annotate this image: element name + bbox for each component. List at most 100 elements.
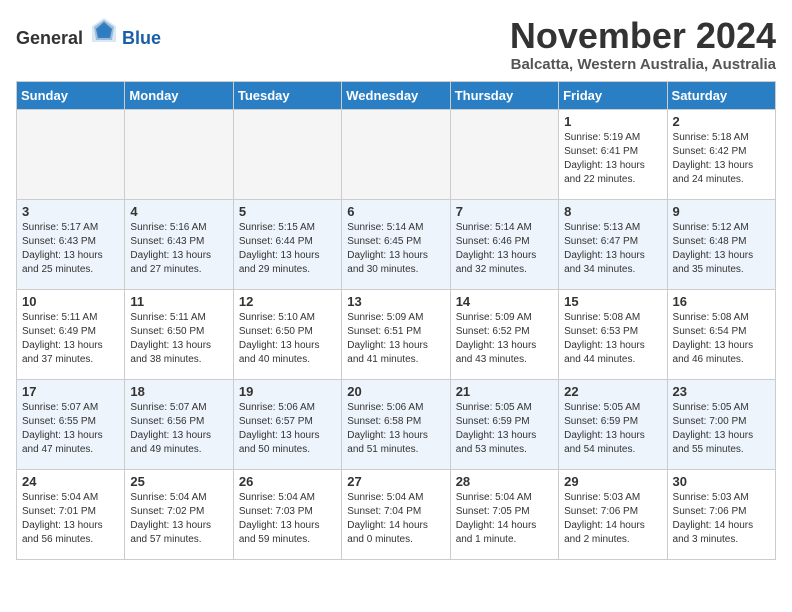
calendar-cell: 25 Sunrise: 5:04 AM Sunset: 7:02 PM Dayli… [125,469,233,559]
day-info: Sunrise: 5:09 AM Sunset: 6:52 PM Dayligh… [456,311,553,367]
day-info: Sunrise: 5:17 AM Sunset: 6:43 PM Dayligh… [22,221,119,277]
calendar-cell: 26 Sunrise: 5:04 AM Sunset: 7:03 PM Dayli… [233,469,341,559]
day-number: 27 [347,474,444,489]
calendar-cell: 30 Sunrise: 5:03 AM Sunset: 7:06 PM Dayli… [667,469,775,559]
day-number: 13 [347,294,444,309]
location: Balcatta, Western Australia, Australia [510,56,776,73]
calendar-cell: 17Sunrise: 5:07 AM Sunset: 6:55 PM Dayli… [17,379,125,469]
day-number: 19 [239,384,336,399]
day-info: Sunrise: 5:04 AM Sunset: 7:02 PM Dayligh… [130,491,227,547]
logo-blue: Blue [122,28,161,48]
month-title: November 2024 [510,16,776,56]
day-number: 3 [22,204,119,219]
calendar-cell: 28Sunrise: 5:04 AM Sunset: 7:05 PM Dayli… [450,469,558,559]
day-info: Sunrise: 5:08 AM Sunset: 6:54 PM Dayligh… [673,311,770,367]
calendar-cell: 8 Sunrise: 5:13 AM Sunset: 6:47 PM Daylig… [559,199,667,289]
calendar-cell: 3 Sunrise: 5:17 AM Sunset: 6:43 PM Daylig… [17,199,125,289]
calendar-cell: 13 Sunrise: 5:09 AM Sunset: 6:51 PM Dayli… [342,289,450,379]
day-number: 2 [673,114,770,129]
day-info: Sunrise: 5:15 AM Sunset: 6:44 PM Dayligh… [239,221,336,277]
day-info: Sunrise: 5:19 AM Sunset: 6:41 PM Dayligh… [564,131,661,187]
day-info: Sunrise: 5:10 AM Sunset: 6:50 PM Dayligh… [239,311,336,367]
logo-icon [90,16,118,44]
day-info: Sunrise: 5:05 AM Sunset: 7:00 PM Dayligh… [673,401,770,457]
day-number: 1 [564,114,661,129]
day-number: 25 [130,474,227,489]
day-number: 24 [22,474,119,489]
calendar-week-row: 10Sunrise: 5:11 AM Sunset: 6:49 PM Dayli… [17,289,776,379]
day-number: 30 [673,474,770,489]
calendar-cell: 9 Sunrise: 5:12 AM Sunset: 6:48 PM Daylig… [667,199,775,289]
calendar-cell: 24 Sunrise: 5:04 AM Sunset: 7:01 PM Dayli… [17,469,125,559]
day-info: Sunrise: 5:05 AM Sunset: 6:59 PM Dayligh… [564,401,661,457]
calendar-cell: 16 Sunrise: 5:08 AM Sunset: 6:54 PM Dayli… [667,289,775,379]
calendar-cell [450,109,558,199]
day-number: 15 [564,294,661,309]
col-header-sunday: Sunday [17,81,125,109]
day-number: 8 [564,204,661,219]
title-area: November 2024 Balcatta, Western Australi… [510,16,776,73]
day-info: Sunrise: 5:18 AM Sunset: 6:42 PM Dayligh… [673,131,770,187]
day-number: 23 [673,384,770,399]
day-number: 21 [456,384,553,399]
day-number: 10 [22,294,119,309]
logo-general: General [16,28,83,48]
calendar-cell: 22 Sunrise: 5:05 AM Sunset: 6:59 PM Dayli… [559,379,667,469]
logo-text: General Blue [16,16,161,49]
calendar-week-row: 24 Sunrise: 5:04 AM Sunset: 7:01 PM Dayli… [17,469,776,559]
calendar-cell: 1 Sunrise: 5:19 AM Sunset: 6:41 PM Daylig… [559,109,667,199]
day-info: Sunrise: 5:09 AM Sunset: 6:51 PM Dayligh… [347,311,444,367]
day-info: Sunrise: 5:04 AM Sunset: 7:03 PM Dayligh… [239,491,336,547]
day-number: 7 [456,204,553,219]
calendar-cell: 11 Sunrise: 5:11 AM Sunset: 6:50 PM Dayli… [125,289,233,379]
calendar-header-row: SundayMondayTuesdayWednesdayThursdayFrid… [17,81,776,109]
day-info: Sunrise: 5:07 AM Sunset: 6:56 PM Dayligh… [130,401,227,457]
calendar-cell: 6Sunrise: 5:14 AM Sunset: 6:45 PM Daylig… [342,199,450,289]
logo: General Blue [16,16,161,49]
calendar-week-row: 1 Sunrise: 5:19 AM Sunset: 6:41 PM Daylig… [17,109,776,199]
day-number: 4 [130,204,227,219]
day-info: Sunrise: 5:04 AM Sunset: 7:01 PM Dayligh… [22,491,119,547]
day-number: 12 [239,294,336,309]
calendar-cell: 23 Sunrise: 5:05 AM Sunset: 7:00 PM Dayli… [667,379,775,469]
day-info: Sunrise: 5:12 AM Sunset: 6:48 PM Dayligh… [673,221,770,277]
calendar-cell: 29 Sunrise: 5:03 AM Sunset: 7:06 PM Dayli… [559,469,667,559]
calendar-cell: 12 Sunrise: 5:10 AM Sunset: 6:50 PM Dayli… [233,289,341,379]
day-number: 26 [239,474,336,489]
day-info: Sunrise: 5:16 AM Sunset: 6:43 PM Dayligh… [130,221,227,277]
day-info: Sunrise: 5:05 AM Sunset: 6:59 PM Dayligh… [456,401,553,457]
day-number: 14 [456,294,553,309]
day-info: Sunrise: 5:11 AM Sunset: 6:50 PM Dayligh… [130,311,227,367]
day-number: 20 [347,384,444,399]
col-header-tuesday: Tuesday [233,81,341,109]
calendar-cell: 15 Sunrise: 5:08 AM Sunset: 6:53 PM Dayli… [559,289,667,379]
day-info: Sunrise: 5:06 AM Sunset: 6:57 PM Dayligh… [239,401,336,457]
calendar-cell [342,109,450,199]
day-number: 16 [673,294,770,309]
calendar-cell: 27Sunrise: 5:04 AM Sunset: 7:04 PM Dayli… [342,469,450,559]
day-number: 9 [673,204,770,219]
calendar-cell [17,109,125,199]
col-header-wednesday: Wednesday [342,81,450,109]
calendar-cell: 21 Sunrise: 5:05 AM Sunset: 6:59 PM Dayli… [450,379,558,469]
calendar-cell: 4 Sunrise: 5:16 AM Sunset: 6:43 PM Daylig… [125,199,233,289]
day-number: 11 [130,294,227,309]
day-info: Sunrise: 5:03 AM Sunset: 7:06 PM Dayligh… [564,491,661,547]
col-header-saturday: Saturday [667,81,775,109]
day-number: 6 [347,204,444,219]
day-info: Sunrise: 5:08 AM Sunset: 6:53 PM Dayligh… [564,311,661,367]
day-number: 29 [564,474,661,489]
calendar-cell: 20 Sunrise: 5:06 AM Sunset: 6:58 PM Dayli… [342,379,450,469]
day-number: 22 [564,384,661,399]
col-header-thursday: Thursday [450,81,558,109]
day-info: Sunrise: 5:13 AM Sunset: 6:47 PM Dayligh… [564,221,661,277]
day-number: 18 [130,384,227,399]
calendar-cell: 18 Sunrise: 5:07 AM Sunset: 6:56 PM Dayli… [125,379,233,469]
calendar-cell: 10Sunrise: 5:11 AM Sunset: 6:49 PM Dayli… [17,289,125,379]
col-header-monday: Monday [125,81,233,109]
day-info: Sunrise: 5:06 AM Sunset: 6:58 PM Dayligh… [347,401,444,457]
day-info: Sunrise: 5:03 AM Sunset: 7:06 PM Dayligh… [673,491,770,547]
calendar-cell [233,109,341,199]
calendar-cell: 14 Sunrise: 5:09 AM Sunset: 6:52 PM Dayli… [450,289,558,379]
calendar: SundayMondayTuesdayWednesdayThursdayFrid… [16,81,776,560]
